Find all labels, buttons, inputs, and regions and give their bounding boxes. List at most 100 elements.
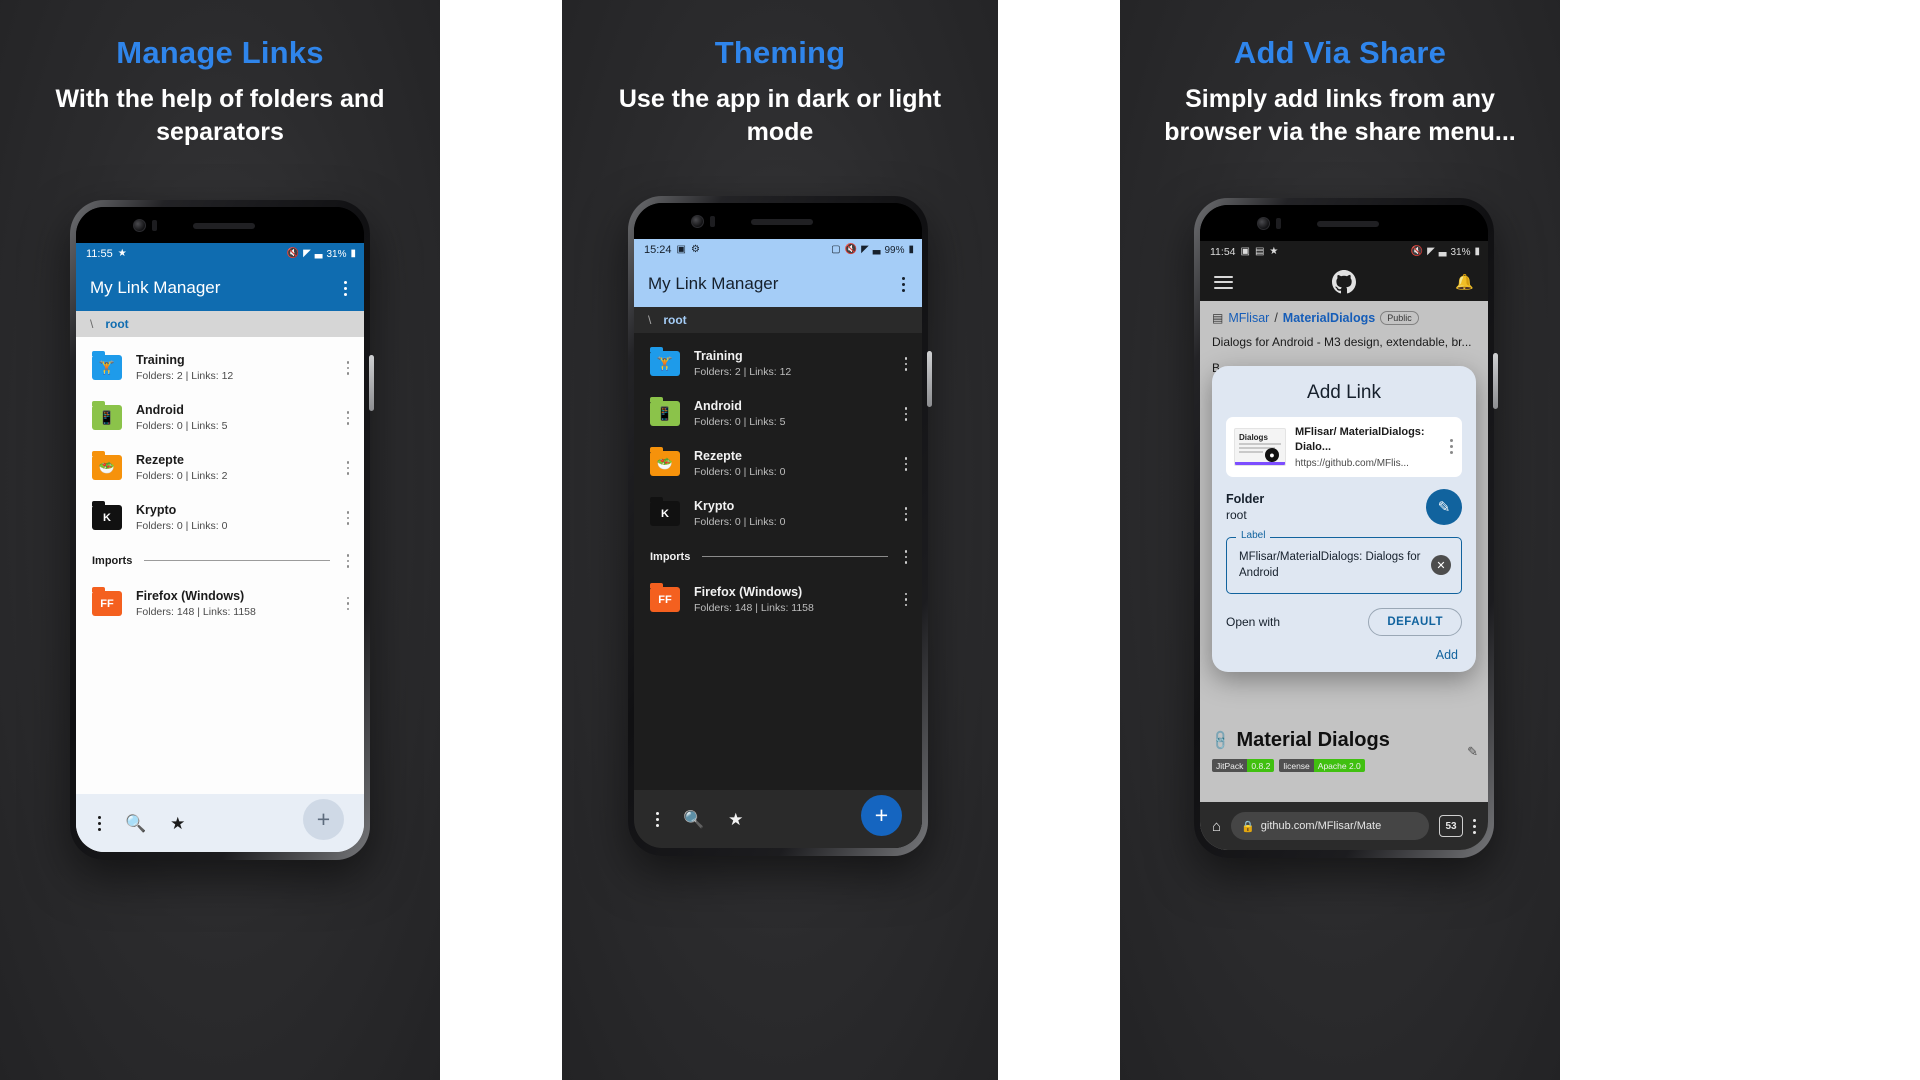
phone-2-notch [634, 203, 922, 239]
row-overflow-icon[interactable] [340, 594, 356, 614]
label-input-field[interactable]: Label MFlisar/MaterialDialogs: Dialogs f… [1226, 529, 1462, 595]
row-overflow-icon[interactable] [898, 454, 914, 474]
separator-overflow-icon[interactable] [340, 551, 356, 571]
panel-3-title: Add Via Share [1233, 35, 1447, 70]
label-input-value[interactable]: MFlisar/MaterialDialogs: Dialogs for And… [1239, 549, 1425, 582]
list-item-subtitle: Folders: 2 | Links: 12 [136, 370, 234, 383]
folder-icon: 🥗 [650, 447, 680, 477]
breadcrumb[interactable]: \ root [634, 307, 922, 333]
panel-3-subtitle: Simply add links from any browser via th… [1164, 85, 1516, 147]
list-item-title: Firefox (Windows) [694, 584, 803, 599]
list-item[interactable]: 🥗 Rezepte Folders: 0 | Links: 2 [76, 443, 364, 493]
folder-glyph: 📱 [656, 406, 674, 422]
phone-2-screen: 15:24 ▣ ⚙ ▢ 🔇 ◤ ▃ 99% ▮ My Link Manager … [634, 239, 922, 848]
clear-icon[interactable]: ✕ [1431, 555, 1451, 576]
folder-glyph: 🏋 [98, 360, 116, 376]
search-icon[interactable]: 🔍 [683, 811, 704, 828]
list-item-title: Rezepte [136, 452, 184, 467]
list-item[interactable]: FF Firefox (Windows) Folders: 148 | Link… [76, 579, 364, 629]
url-text: github.com/MFlisar/Mate [1260, 820, 1382, 832]
row-overflow-icon[interactable] [340, 408, 356, 428]
list-item[interactable]: 🏋 Training Folders: 2 | Links: 12 [634, 339, 922, 389]
list-item[interactable]: 🥗 Rezepte Folders: 0 | Links: 0 [634, 439, 922, 489]
signal-icon: ▃ [872, 244, 881, 255]
favorites-star-icon[interactable]: ★ [728, 811, 743, 828]
image-icon: ▣ [676, 244, 686, 255]
add-fab-button[interactable]: + [303, 799, 344, 840]
browser-overflow-icon[interactable] [1473, 818, 1476, 834]
folder-letter: K [103, 511, 111, 524]
row-overflow-icon[interactable] [340, 458, 356, 478]
list-item-subtitle: Folders: 0 | Links: 0 [136, 520, 228, 533]
power-button[interactable] [1493, 353, 1498, 409]
breadcrumb-root[interactable]: root [105, 317, 128, 331]
bottom-bar-2: 🔍 ★ + [634, 790, 922, 848]
panel-1-title: Manage Links [116, 35, 324, 70]
list-item[interactable]: 🏋 Training Folders: 2 | Links: 12 [76, 343, 364, 393]
star-icon: ★ [117, 248, 127, 259]
search-icon[interactable]: 🔍 [125, 815, 146, 832]
overflow-menu-icon[interactable] [894, 274, 912, 294]
add-button[interactable]: Add [1436, 648, 1458, 662]
list-item-subtitle: Folders: 2 | Links: 12 [694, 366, 792, 379]
list-item[interactable]: K Krypto Folders: 0 | Links: 0 [76, 493, 364, 543]
power-button[interactable] [927, 351, 932, 407]
signal-icon: ▃ [314, 248, 323, 259]
list-item[interactable]: K Krypto Folders: 0 | Links: 0 [634, 489, 922, 539]
separator-overflow-icon[interactable] [898, 547, 914, 567]
dialog-title: Add Link [1307, 382, 1381, 403]
status-bar-2: 15:24 ▣ ⚙ ▢ 🔇 ◤ ▃ 99% ▮ [634, 239, 922, 261]
row-overflow-icon[interactable] [898, 354, 914, 374]
row-overflow-icon[interactable] [898, 590, 914, 610]
earpiece-speaker [193, 223, 255, 229]
folder-glyph: 🥗 [98, 460, 116, 476]
link-preview-card[interactable]: Dialogs ● MFlisar/ MaterialDialogs: Dial… [1226, 417, 1462, 477]
row-overflow-icon[interactable] [340, 358, 356, 378]
favorites-star-icon[interactable]: ★ [170, 815, 185, 832]
separator-row[interactable]: Imports [634, 539, 922, 575]
phone-3-notch [1200, 205, 1488, 241]
panel-2-title: Theming [714, 35, 846, 70]
front-camera-icon [691, 215, 704, 228]
folder-glyph: 📱 [98, 410, 116, 426]
folder-icon: K [92, 501, 122, 531]
breadcrumb-root[interactable]: root [663, 313, 686, 327]
add-link-dialog: Add Link Dialogs ● MFlisar/ MaterialDial… [1212, 366, 1476, 673]
overflow-menu-icon[interactable] [336, 278, 354, 298]
list-item-title: Firefox (Windows) [136, 588, 245, 603]
list-item[interactable]: 📱 Android Folders: 0 | Links: 5 [76, 393, 364, 443]
folder-letter: FF [100, 597, 114, 610]
list-item-subtitle: Folders: 0 | Links: 2 [136, 470, 228, 483]
bottom-overflow-icon[interactable] [656, 811, 659, 827]
gear-icon: ⚙ [690, 244, 700, 255]
tab-count-button[interactable]: 53 [1439, 815, 1463, 837]
power-button[interactable] [369, 355, 374, 411]
list-item-subtitle: Folders: 0 | Links: 5 [136, 420, 228, 433]
panel-1-caption: Manage Links With the help of folders an… [0, 0, 440, 149]
add-fab-button[interactable]: + [861, 795, 902, 836]
home-icon[interactable]: ⌂ [1212, 818, 1221, 835]
url-bar[interactable]: 🔒 github.com/MFlisar/Mate [1231, 812, 1429, 840]
panel-add-via-share: Add Via Share Simply add links from any … [1120, 0, 1560, 1080]
separator-row[interactable]: Imports [76, 543, 364, 579]
separator-line [144, 560, 330, 562]
breadcrumb[interactable]: \ root [76, 311, 364, 337]
battery-icon: ▮ [350, 248, 356, 259]
app-bar-1: My Link Manager [76, 265, 364, 311]
row-overflow-icon[interactable] [898, 404, 914, 424]
list-item-subtitle: Folders: 0 | Links: 0 [694, 466, 786, 479]
edit-folder-button[interactable]: ✎ [1426, 488, 1462, 525]
open-with-default-button[interactable]: DEFAULT [1368, 608, 1462, 637]
list-item-title: Krypto [694, 498, 735, 513]
wifi-icon: ◤ [303, 248, 311, 259]
dialog-actions: Add [1226, 648, 1462, 662]
folder-value: root [1226, 507, 1247, 522]
list-item[interactable]: FF Firefox (Windows) Folders: 148 | Link… [634, 575, 922, 625]
folder-list-1: 🏋 Training Folders: 2 | Links: 12 📱 Andr… [76, 337, 364, 629]
row-overflow-icon[interactable] [898, 504, 914, 524]
bottom-overflow-icon[interactable] [98, 815, 101, 831]
row-overflow-icon[interactable] [340, 508, 356, 528]
list-item[interactable]: 📱 Android Folders: 0 | Links: 5 [634, 389, 922, 439]
preview-overflow-icon[interactable] [1447, 439, 1456, 455]
list-item-subtitle: Folders: 148 | Links: 1158 [694, 602, 814, 614]
